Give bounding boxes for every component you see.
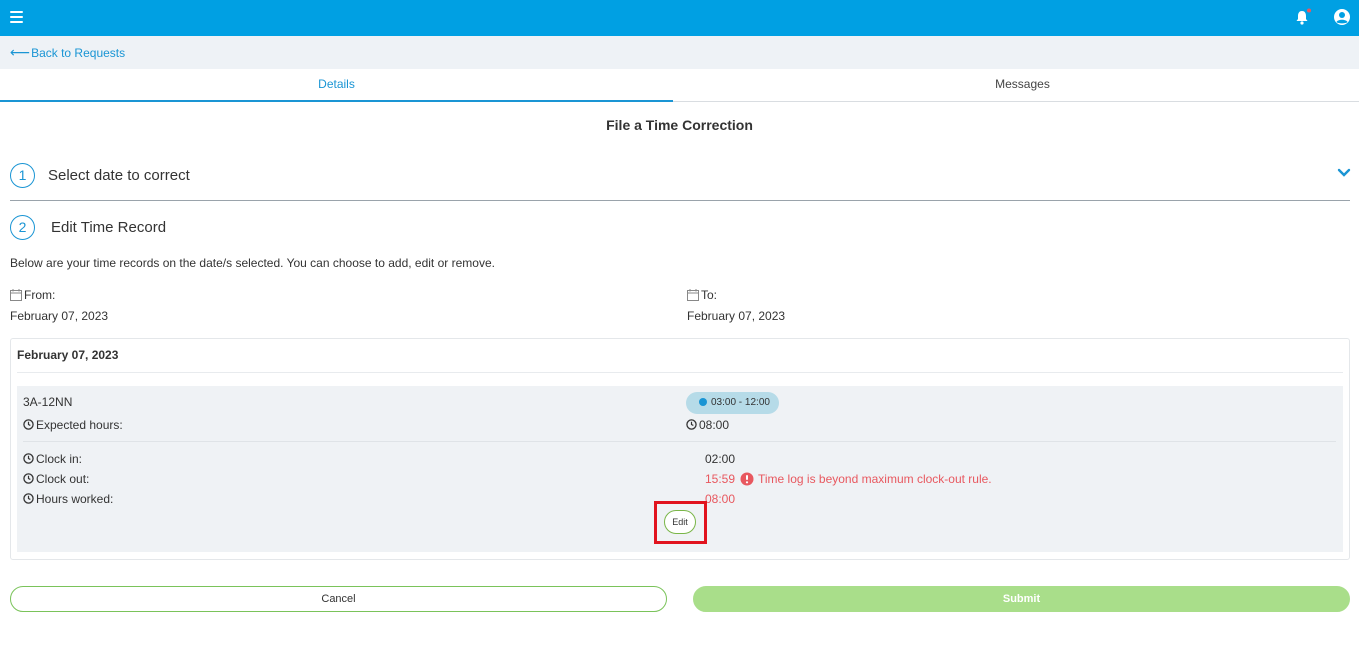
hours-worked-value: 08:00 — [705, 492, 736, 506]
tab-messages[interactable]: Messages — [686, 69, 1359, 102]
top-bar — [0, 0, 1359, 36]
back-to-requests-link[interactable]: ⟵Back to Requests — [10, 44, 125, 61]
submit-button[interactable]: Submit — [693, 586, 1350, 612]
clock-out-label: Clock out: — [23, 472, 89, 486]
to-value: February 07, 2023 — [687, 309, 786, 323]
calendar-icon — [10, 289, 22, 301]
tab-bar: Details Messages — [0, 69, 1359, 102]
to-label: To: — [701, 288, 718, 302]
clock-icon — [23, 473, 34, 484]
back-link-label: Back to Requests — [31, 46, 126, 60]
clock-icon — [23, 453, 34, 464]
exclamation-circle-icon — [740, 472, 754, 486]
schedule-name: 3A-12NN — [23, 395, 73, 409]
clock-out-warning: Time log is beyond maximum clock-out rul… — [758, 472, 992, 486]
bell-icon[interactable] — [1294, 8, 1312, 26]
clock-icon — [23, 493, 34, 504]
step-1-label[interactable]: Select date to correct — [48, 167, 190, 184]
breadcrumb-bar — [0, 36, 1359, 69]
chevron-down-icon[interactable] — [1336, 166, 1352, 180]
record-date: February 07, 2023 — [17, 348, 119, 362]
tab-details[interactable]: Details — [0, 69, 673, 102]
expected-hours-value: 08:00 — [686, 418, 729, 432]
clock-icon — [686, 419, 697, 430]
step-1-number: 1 — [10, 163, 35, 188]
step-divider — [10, 200, 1350, 201]
clock-in-label: Clock in: — [23, 452, 82, 466]
record-divider — [23, 441, 1336, 442]
calendar-icon — [687, 289, 699, 301]
user-account-icon[interactable] — [1333, 8, 1351, 26]
hours-worked-label: Hours worked: — [23, 492, 113, 506]
step-2-number: 2 — [10, 215, 35, 240]
schedule-time-badge: 03:00 - 12:00 — [686, 392, 779, 414]
step-2-label: Edit Time Record — [51, 219, 167, 236]
cancel-button[interactable]: Cancel — [10, 586, 667, 612]
arrow-left-icon: ⟵ — [10, 44, 31, 60]
card-divider — [17, 372, 1343, 373]
edit-button[interactable]: Edit — [664, 510, 696, 534]
clock-icon — [23, 419, 34, 430]
clock-in-value: 02:00 — [705, 452, 736, 466]
schedule-dot-icon — [699, 398, 707, 406]
page-title: File a Time Correction — [606, 117, 753, 133]
intro-text: Below are your time records on the date/… — [10, 256, 495, 270]
menu-icon[interactable] — [10, 11, 23, 23]
clock-out-value: 15:59 — [705, 472, 736, 486]
from-value: February 07, 2023 — [10, 309, 109, 323]
from-label: From: — [24, 288, 56, 302]
expected-hours-label: Expected hours: — [23, 418, 123, 432]
